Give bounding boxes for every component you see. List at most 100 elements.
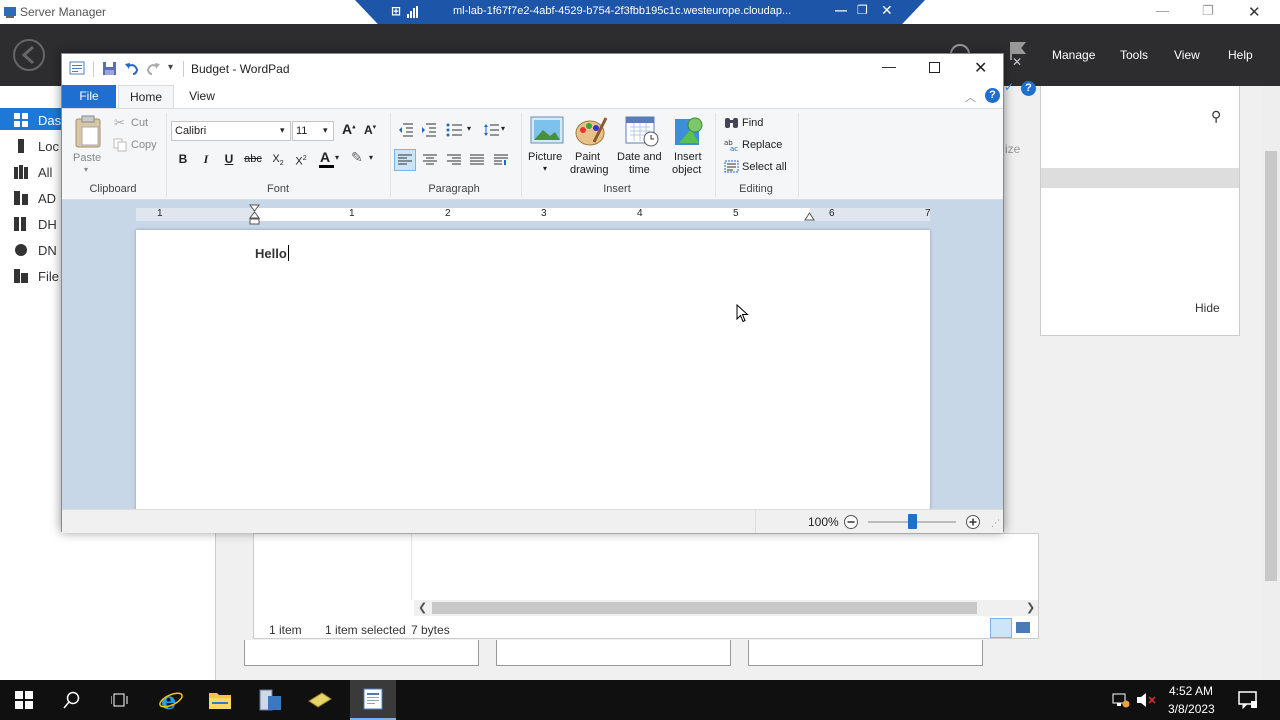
minimize-button[interactable]: — xyxy=(1156,3,1169,18)
date-time-label-1[interactable]: Date and xyxy=(617,151,662,163)
rdp-close-button[interactable]: ✕ xyxy=(881,2,893,19)
date-time-label-2[interactable]: time xyxy=(629,164,650,176)
sidebar-item-dhcp[interactable]: DH xyxy=(14,214,57,234)
taskbar-sticky-notes[interactable] xyxy=(302,686,338,714)
underline-icon[interactable]: U xyxy=(219,149,239,169)
bold-icon[interactable]: B xyxy=(173,149,193,169)
scroll-left-icon[interactable]: ❮ xyxy=(418,601,427,614)
strikethrough-icon[interactable]: abc xyxy=(243,149,263,169)
italic-icon[interactable]: I xyxy=(196,149,216,169)
taskbar-file-explorer[interactable] xyxy=(202,686,238,714)
zoom-in-icon[interactable] xyxy=(965,514,981,530)
network-icon[interactable] xyxy=(1112,692,1130,708)
font-color-button[interactable]: A ▾ xyxy=(318,149,342,171)
undo-icon[interactable] xyxy=(124,61,139,76)
grow-font-icon[interactable]: A▴ xyxy=(342,121,356,137)
font-family-select[interactable]: Calibri ▾ xyxy=(171,121,291,141)
wordpad-minimize-button[interactable]: — xyxy=(882,58,896,74)
align-right-icon[interactable] xyxy=(447,154,461,166)
increase-indent-icon[interactable] xyxy=(421,123,437,137)
sidebar-item-dashboard[interactable]: Das xyxy=(14,110,61,130)
superscript-icon[interactable]: X2 xyxy=(291,149,311,169)
align-left-button[interactable] xyxy=(394,149,416,171)
justify-icon[interactable] xyxy=(470,154,484,166)
horizontal-scrollbar[interactable]: ❮ ❯ xyxy=(414,600,1038,616)
zoom-out-icon[interactable] xyxy=(843,514,859,530)
action-center-icon[interactable] xyxy=(1238,691,1258,709)
paint-drawing-label-1[interactable]: Paint xyxy=(575,151,600,163)
picture-button[interactable]: Picture xyxy=(528,151,562,163)
highlight-button[interactable]: ✎ ▾ xyxy=(350,149,376,171)
start-button[interactable] xyxy=(6,686,42,714)
document-text[interactable]: Hello xyxy=(255,246,287,261)
redo-icon[interactable] xyxy=(146,61,161,76)
sidebar-item-file-services[interactable]: File xyxy=(14,266,59,286)
zoom-slider-track[interactable] xyxy=(868,514,956,529)
server-manager-scrollbar[interactable] xyxy=(1262,86,1280,680)
zoom-slider-thumb[interactable] xyxy=(907,514,917,529)
scrollbar-thumb[interactable] xyxy=(432,602,977,614)
taskbar-time[interactable]: 4:52 AM xyxy=(1169,684,1213,698)
menu-view[interactable]: View xyxy=(1174,48,1200,62)
help-icon[interactable]: ? xyxy=(1021,81,1036,96)
wordpad-help-icon[interactable]: ? xyxy=(985,88,1000,103)
search-button[interactable] xyxy=(54,686,90,714)
sidebar-item-ad[interactable]: AD xyxy=(14,188,56,208)
wordpad-maximize-button[interactable] xyxy=(929,62,940,73)
align-center-icon[interactable] xyxy=(423,154,437,166)
taskbar-wordpad[interactable] xyxy=(350,680,396,720)
font-size-select[interactable]: 11 ▾ xyxy=(292,121,334,141)
insert-object-label-1[interactable]: Insert xyxy=(674,151,702,163)
search-icon[interactable]: ⚲ xyxy=(1211,108,1221,125)
paste-dropdown-icon[interactable]: ▾ xyxy=(84,165,88,174)
save-icon[interactable] xyxy=(102,61,117,76)
decrease-indent-icon[interactable] xyxy=(398,123,414,137)
chevron-down-icon[interactable]: ▾ xyxy=(501,124,505,133)
select-all-button[interactable]: Select all xyxy=(742,161,787,173)
scroll-right-icon[interactable]: ❯ xyxy=(1026,601,1035,614)
paragraph-settings-icon[interactable] xyxy=(494,154,508,166)
subscript-icon[interactable]: X2 xyxy=(268,149,288,169)
menu-tools[interactable]: Tools xyxy=(1120,48,1148,62)
cut-button[interactable]: Cut xyxy=(131,117,148,129)
copy-button[interactable]: Copy xyxy=(131,139,157,151)
taskbar-date[interactable]: 3/8/2023 xyxy=(1168,702,1215,716)
customize-qat-icon[interactable]: ▾ xyxy=(168,62,173,73)
taskbar-internet-explorer[interactable]: e xyxy=(153,686,189,714)
sidebar-item-local-server[interactable]: Loc xyxy=(14,136,59,156)
rdp-minimize-button[interactable]: — xyxy=(835,3,847,17)
tab-view[interactable]: View xyxy=(178,85,226,108)
maximize-button[interactable]: ❐ xyxy=(1202,3,1214,19)
line-spacing-icon[interactable] xyxy=(483,123,499,137)
document-page[interactable]: Hello xyxy=(136,230,930,511)
menu-help[interactable]: Help xyxy=(1228,48,1253,62)
left-indent-marker[interactable] xyxy=(249,204,260,226)
shrink-font-icon[interactable]: A▾ xyxy=(364,123,376,137)
chevron-down-icon[interactable]: ▾ xyxy=(467,124,471,133)
tab-file[interactable]: File xyxy=(62,85,116,108)
menu-manage[interactable]: Manage xyxy=(1052,48,1095,62)
paint-drawing-label-2[interactable]: drawing xyxy=(570,164,609,176)
task-view-button[interactable] xyxy=(102,686,138,714)
back-arrow-icon[interactable] xyxy=(12,38,46,72)
taskbar-server-manager[interactable] xyxy=(252,686,288,714)
find-button[interactable]: Find xyxy=(742,117,763,129)
close-icon[interactable]: ✕ xyxy=(1012,55,1022,69)
wordpad-app-icon[interactable] xyxy=(69,60,85,76)
sidebar-item-all-servers[interactable]: All xyxy=(14,162,52,182)
resize-grip-icon[interactable]: ⋰ xyxy=(991,518,1000,529)
paste-icon[interactable] xyxy=(72,115,104,149)
scrollbar-thumb[interactable] xyxy=(1265,151,1277,581)
volume-muted-icon[interactable] xyxy=(1136,692,1156,708)
details-view-icon[interactable] xyxy=(990,618,1012,638)
pin-icon[interactable]: ⊞ xyxy=(391,4,401,18)
tab-home[interactable]: Home xyxy=(118,85,174,108)
close-button[interactable]: ✕ xyxy=(1248,3,1261,21)
ruler[interactable]: 1 1 2 3 4 5 6 7 xyxy=(136,204,931,225)
hide-link[interactable]: Hide xyxy=(1195,301,1220,315)
bullets-icon[interactable] xyxy=(446,123,462,137)
insert-object-label-2[interactable]: object xyxy=(672,164,701,176)
minimize-ribbon-icon[interactable]: ︿ xyxy=(965,89,976,105)
right-indent-marker[interactable] xyxy=(804,209,815,221)
sidebar-item-dns[interactable]: DN xyxy=(14,240,57,260)
